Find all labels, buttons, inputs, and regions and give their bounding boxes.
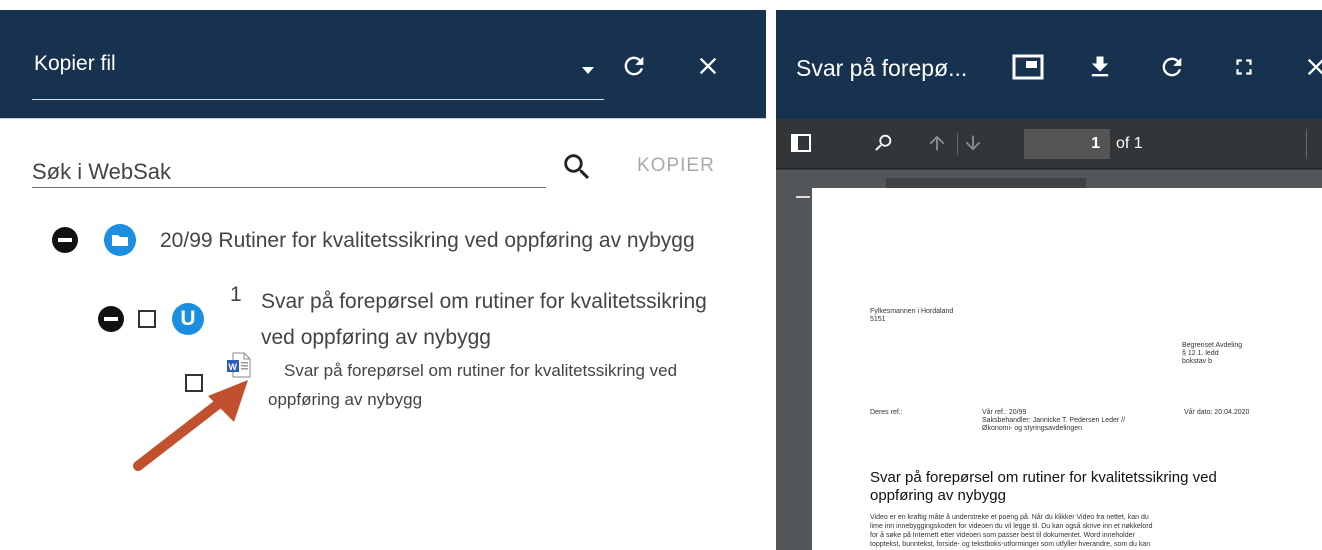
next-page-button[interactable]: [962, 132, 986, 156]
search-icon: [875, 134, 892, 151]
pdf-page: Fylkesmannen i Hordaland 5151 Begrenset …: [812, 188, 1322, 550]
arrow-down-icon: [965, 135, 981, 151]
close-icon: [1307, 58, 1322, 76]
search-field: [32, 150, 546, 188]
our-ref: Vår ref.: 20/99: [982, 409, 1027, 416]
your-ref-label: Deres ref.:: [870, 409, 903, 416]
pdf-toolbar: 1 of 1: [776, 119, 1322, 169]
preview-top-strip: [776, 0, 1322, 10]
download-button[interactable]: [1082, 49, 1118, 85]
fullscreen-button[interactable]: [1226, 49, 1262, 85]
copy-button[interactable]: KOPIER: [637, 155, 715, 177]
document-type-u-icon: U: [172, 303, 204, 335]
document-checkbox[interactable]: [138, 310, 156, 328]
panel-top-strip: [0, 0, 766, 10]
toolbar-separator-right: [1306, 129, 1307, 159]
preview-close-button[interactable]: [1298, 49, 1322, 85]
case-row[interactable]: 20/99 Rutiner for kvalitetssikring ved o…: [160, 229, 695, 253]
pdf-heading-line2: oppføring av nybygg: [870, 487, 1006, 504]
picture-in-picture-icon: [1012, 54, 1044, 80]
file-title-line1: Svar på forepørsel om rutiner for kvalit…: [284, 361, 678, 380]
search-input[interactable]: [32, 150, 546, 187]
file-title[interactable]: Svar på forepørsel om rutiner for kvalit…: [268, 356, 677, 414]
search-button[interactable]: [560, 150, 594, 184]
document-index: 1: [230, 283, 242, 306]
refresh-icon: [624, 56, 644, 76]
case-handler-line2: Økonomi- og styringsavdelingen: [982, 425, 1082, 432]
panel-divider: [766, 0, 776, 550]
pdf-sidebar-marker: [796, 196, 810, 198]
document-title-line2: ved oppføring av nybygg: [261, 326, 491, 349]
toggle-sidebar-button[interactable]: [790, 132, 814, 156]
refresh-icon: [1162, 57, 1182, 77]
restriction-line2: § 12 1. ledd: [1182, 350, 1219, 357]
pdf-viewport[interactable]: Fylkesmannen i Hordaland 5151 Begrenset …: [776, 170, 1322, 550]
open-in-panel-button[interactable]: [1010, 49, 1046, 85]
find-button[interactable]: [872, 132, 896, 156]
pdf-sidebar-tab: [886, 178, 1086, 188]
recipient-line2: 5151: [870, 316, 886, 323]
collapse-case-icon[interactable]: [52, 227, 78, 253]
pdf-body-line4: topptekst, bunntekst, forside- og tekstb…: [870, 541, 1151, 548]
preview-refresh-button[interactable]: [1154, 49, 1190, 85]
recipient-line1: Fylkesmannen i Hordaland: [870, 308, 954, 315]
previous-page-button[interactable]: [926, 132, 950, 156]
copy-file-title-select[interactable]: Kopier fil: [32, 42, 604, 100]
preview-title: Svar på forepø...: [796, 55, 968, 81]
case-title: Rutiner for kvalitetssikring ved oppføri…: [218, 229, 695, 252]
file-title-line2: oppføring av nybygg: [268, 390, 423, 409]
refresh-button[interactable]: [616, 48, 652, 84]
document-preview-panel: Svar på forepø... 1 of 1 Fylkesmannen i …: [776, 0, 1322, 550]
sidebar-icon: [791, 134, 811, 152]
close-button[interactable]: [690, 48, 726, 84]
pdf-body-line2: lime inn innebyggingskoden for videoen d…: [870, 523, 1153, 530]
download-icon: [1091, 56, 1109, 77]
pdf-body-line1: Video er en kraftig måte å understreke e…: [870, 514, 1149, 521]
document-title-line1: Svar på forepørsel om rutiner for kvalit…: [261, 290, 707, 313]
arrow-up-icon: [929, 135, 945, 151]
page-number-input[interactable]: 1: [1024, 129, 1110, 159]
our-date: Vår dato: 20.04.2020: [1184, 409, 1250, 416]
panel-title: Kopier fil: [34, 52, 116, 75]
collapse-document-icon[interactable]: [98, 306, 124, 332]
copy-file-panel: Kopier fil KOPIER 20/99 Rutiner for kval…: [0, 0, 766, 550]
pdf-body-text: Video er en kraftig måte å understreke e…: [870, 513, 1290, 549]
case-handler-line1: Saksbehandler: Jannicke T. Pedersen Lede…: [982, 417, 1126, 424]
fullscreen-icon: [1236, 59, 1252, 75]
restriction-line3: bokstav b: [1182, 358, 1212, 365]
search-icon: [564, 154, 590, 180]
chevron-down-icon: [582, 67, 594, 74]
case-number: 20/99: [160, 229, 213, 252]
app-root: Kopier fil KOPIER 20/99 Rutiner for kval…: [0, 0, 1322, 550]
pdf-body-line3: for å søke på Internett etter videoen so…: [870, 532, 1135, 539]
restriction-line1: Begrenset Avdeling: [1182, 342, 1243, 349]
toolbar-separator: [957, 133, 958, 155]
pdf-heading-line1: Svar på forepørsel om rutiner for kvalit…: [870, 469, 1217, 486]
document-title[interactable]: Svar på forepørsel om rutiner for kvalit…: [261, 284, 707, 356]
copy-file-header: Kopier fil: [0, 10, 766, 119]
pdf-heading: Svar på forepørsel om rutiner for kvalit…: [870, 469, 1217, 505]
annotation-arrow-icon: [133, 380, 248, 471]
page-total-label: of 1: [1116, 135, 1143, 152]
close-icon: [699, 57, 717, 75]
case-folder-icon: [104, 224, 136, 256]
